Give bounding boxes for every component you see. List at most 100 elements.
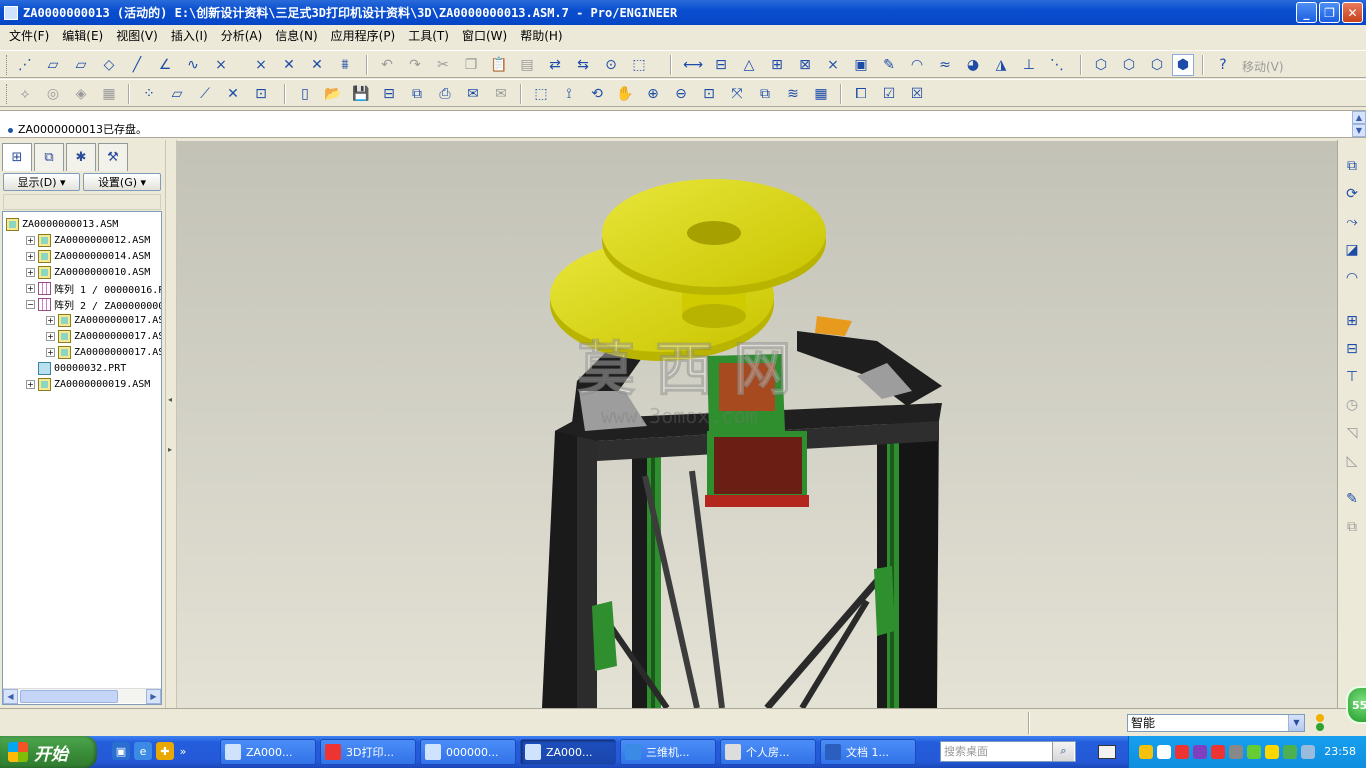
orient-mode-icon[interactable]: ⟲ [586, 83, 608, 105]
tree-item[interactable]: − 阵列 2 / ZA0000000017.ASM [26, 296, 161, 312]
merge-icon[interactable]: ◎ [42, 83, 64, 105]
menu-window[interactable]: 窗口(W) [457, 27, 512, 44]
spin-center-icon[interactable]: ⟟ [558, 83, 580, 105]
scroll-down-icon[interactable]: ▼ [1352, 124, 1366, 137]
component-place-icon[interactable]: ⊟ [1341, 338, 1363, 360]
print-icon[interactable]: ⎙ [434, 83, 456, 105]
datum-axis-icon[interactable]: ╱ [126, 54, 148, 76]
chevron-down-icon[interactable]: ▼ [1288, 715, 1304, 731]
email-icon[interactable]: ✉ [462, 83, 484, 105]
title-bar[interactable]: ZA0000000013 (活动的) E:\创新设计资料\三足式3D打印机设计资… [0, 0, 1366, 25]
boundary-icon[interactable]: ◠ [1341, 267, 1363, 289]
sketch-plane-icon[interactable]: ▱ [70, 54, 92, 76]
security-icon[interactable] [1175, 745, 1189, 759]
scroll-right-icon[interactable]: ▶ [146, 689, 161, 704]
settings-dropdown[interactable]: 设置(G) ▾ [83, 173, 161, 191]
zoom-in-icon[interactable]: ⊕ [642, 83, 664, 105]
tree-item[interactable]: + ZA0000000017.ASM [46, 344, 161, 360]
expand-icon[interactable]: + [26, 235, 35, 245]
menu-view[interactable]: 视图(V) [111, 27, 163, 44]
surface-finish-icon[interactable]: ⊠ [794, 54, 816, 76]
tray-green-icon[interactable] [1247, 745, 1261, 759]
pattern-icon[interactable]: ▦ [98, 83, 120, 105]
menu-help[interactable]: 帮助(H) [515, 27, 567, 44]
tree-item[interactable]: + ZA0000000017.ASM [46, 312, 161, 328]
expand-icon[interactable]: + [46, 331, 55, 341]
saved-views-icon[interactable]: ⧉ [754, 83, 776, 105]
tree-item[interactable]: ZA0000000013.ASM [6, 216, 118, 232]
analysis-feature-icon[interactable]: ⩩ [334, 54, 356, 76]
qq-icon[interactable] [1139, 745, 1153, 759]
toolbar-grip[interactable] [6, 55, 9, 75]
show-dropdown[interactable]: 显示(D) ▾ [3, 173, 80, 191]
activate-window-icon[interactable]: ⧠ [850, 83, 872, 105]
tab-model-tree[interactable]: ⊞ [2, 143, 32, 171]
paste-icon[interactable]: 📋 [488, 54, 510, 76]
datum-point-icon[interactable]: × [210, 54, 232, 76]
model-tree[interactable]: ZA0000000013.ASM + ZA0000000012.ASM + ZA0000… [2, 211, 162, 705]
view-manager-icon[interactable]: ▦ [810, 83, 832, 105]
network-icon[interactable] [1193, 745, 1207, 759]
sketch-icon[interactable]: ✎ [1341, 488, 1363, 510]
tab-favorites[interactable]: ✱ [66, 143, 96, 171]
csys-icon[interactable]: ✕ [306, 54, 328, 76]
menu-file[interactable]: 文件(F) [4, 27, 54, 44]
expand-icon[interactable]: + [26, 267, 35, 277]
expand-icon[interactable]: + [26, 251, 35, 261]
menu-analysis[interactable]: 分析(A) [216, 27, 268, 44]
find-icon[interactable]: ⊙ [600, 54, 622, 76]
tree-item[interactable]: + ZA0000000010.ASM [26, 264, 150, 280]
start-button[interactable]: 开始 [0, 736, 97, 768]
search-icon[interactable]: ⌕ [1052, 742, 1074, 761]
taskbar-item-6[interactable]: 个人房... [720, 739, 816, 765]
wireframe-icon[interactable]: ⬡ [1090, 54, 1112, 76]
tree-item[interactable]: + 阵列 1 / 00000016.PRT [26, 280, 161, 296]
cut-icon[interactable]: ✂ [432, 54, 454, 76]
menu-insert[interactable]: 插入(I) [166, 27, 213, 44]
tree-item[interactable]: + ZA0000000019.ASM [26, 376, 150, 392]
datum-target-icon[interactable]: ⨯ [822, 54, 844, 76]
revolve-icon[interactable]: ⟳ [1341, 183, 1363, 205]
layers-icon[interactable]: ≋ [782, 83, 804, 105]
hidden-line-icon[interactable]: ⬡ [1118, 54, 1140, 76]
refit-icon[interactable]: ⊡ [698, 83, 720, 105]
plane-display-icon[interactable]: ▱ [166, 83, 188, 105]
check-window-icon[interactable]: ☑ [878, 83, 900, 105]
tab-connections[interactable]: ⚒ [98, 143, 128, 171]
ie-browser-icon[interactable]: e [134, 742, 152, 760]
graphics-viewport[interactable]: 莫 西 网 www.3omox.com [177, 141, 1337, 708]
taskbar-item-7[interactable]: 文档 1... [820, 739, 916, 765]
tree-horizontal-scrollbar[interactable]: ◀ ▶ [3, 688, 161, 704]
menu-edit[interactable]: 编辑(E) [57, 27, 108, 44]
measure-icon[interactable]: ▣ [850, 54, 872, 76]
more-icon[interactable]: » [178, 742, 188, 760]
datum-plane-icon[interactable]: ▱ [42, 54, 64, 76]
tree-item[interactable]: 00000032.PRT [26, 360, 126, 376]
scroll-up-icon[interactable]: ▲ [1352, 111, 1366, 124]
save-copy-icon[interactable]: ⊟ [378, 83, 400, 105]
tree-item[interactable]: + ZA0000000012.ASM [26, 232, 150, 248]
taskbar-item-2[interactable]: 3D打印... [320, 739, 416, 765]
collapse-left-icon[interactable]: ◂ [168, 395, 175, 405]
redo-icon[interactable]: ↷ [404, 54, 426, 76]
annotation-display-icon[interactable]: ⊡ [250, 83, 272, 105]
close-window-icon[interactable]: ☒ [906, 83, 928, 105]
scroll-left-icon[interactable]: ◀ [3, 689, 18, 704]
round-icon[interactable]: ◷ [1341, 394, 1363, 416]
navigator-sash[interactable]: ◂ ▸ [165, 140, 177, 708]
offset-analysis-icon[interactable]: ⋱ [1046, 54, 1068, 76]
section-analysis-icon[interactable]: ◮ [990, 54, 1012, 76]
undo-icon[interactable]: ↶ [376, 54, 398, 76]
menu-info[interactable]: 信息(N) [270, 27, 322, 44]
new-file-icon[interactable]: ▯ [294, 83, 316, 105]
draft-check-icon[interactable]: ◠ [906, 54, 928, 76]
taskbar-item-1[interactable]: ZA000... [220, 739, 316, 765]
antivirus-icon[interactable] [1211, 745, 1225, 759]
hole-icon[interactable]: ⊤ [1341, 366, 1363, 388]
copy-icon[interactable]: ❐ [460, 54, 482, 76]
clock[interactable]: 23:58 [1324, 745, 1356, 758]
plane-offset-icon[interactable]: ◇ [98, 54, 120, 76]
floating-badge[interactable]: 55 [1346, 686, 1366, 724]
open-file-icon[interactable]: 📂 [322, 83, 344, 105]
toolbar-grip[interactable] [6, 84, 9, 104]
